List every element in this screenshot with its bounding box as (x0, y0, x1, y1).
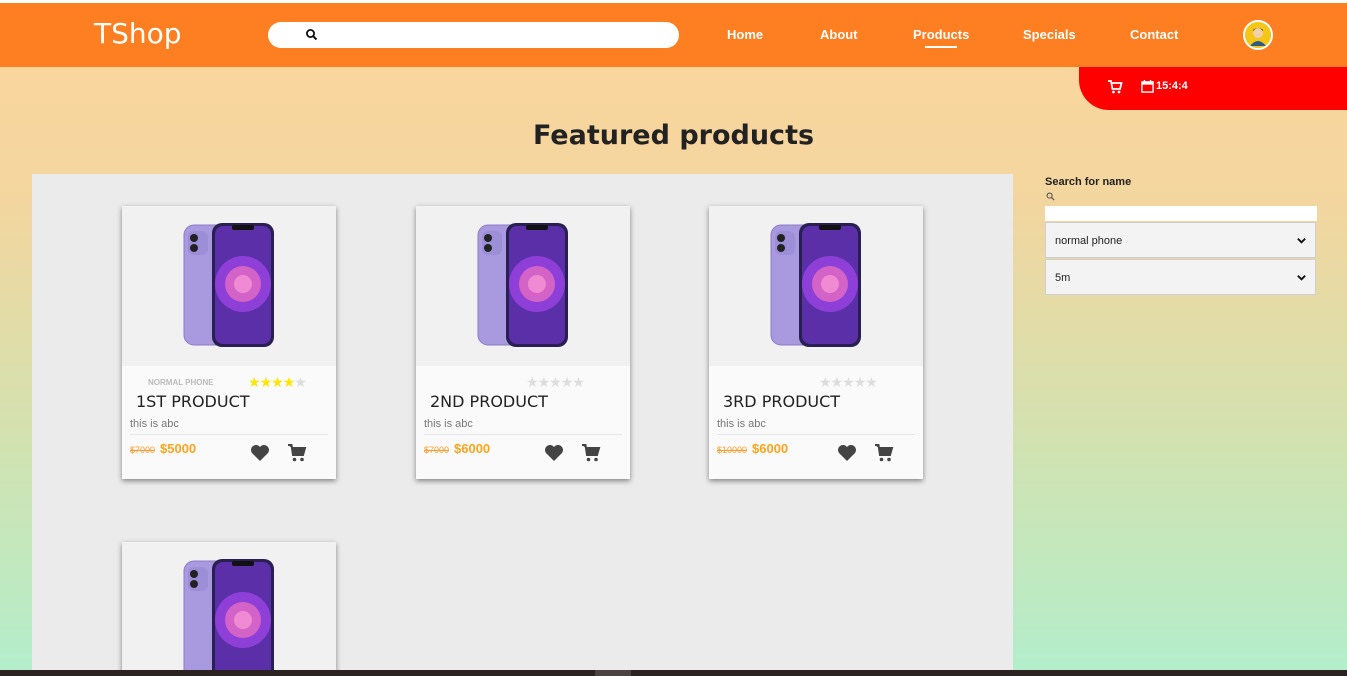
rating-stars: ★★★★★ (819, 374, 878, 390)
avatar[interactable] (1243, 20, 1273, 50)
product-grid: normal phone ★★★★★ 1ST PRODUCT this is a… (32, 174, 1013, 676)
rating-stars: ★★★★★ (248, 374, 307, 390)
search-icon (1046, 192, 1055, 201)
product-description: this is abc (424, 418, 473, 430)
old-price: $7000 (424, 445, 450, 455)
product-description: this is abc (130, 418, 179, 430)
price: $5000 (160, 441, 197, 456)
clock-time: 15:4:4 (1156, 80, 1188, 92)
add-to-cart-icon[interactable] (581, 443, 601, 463)
product-card[interactable]: normal phone ★★★★★ 1ST PRODUCT this is a… (122, 206, 336, 479)
search-name-label: Search for name (1045, 176, 1132, 188)
heart-icon[interactable] (837, 444, 857, 462)
product-name[interactable]: 1ST PRODUCT (136, 392, 250, 411)
product-image[interactable] (122, 542, 336, 676)
product-card[interactable]: ★★★★★ 2ND PRODUCT this is abc $7000 $600… (416, 206, 630, 479)
product-image[interactable] (416, 206, 630, 366)
product-name[interactable]: 2ND PRODUCT (430, 392, 548, 411)
add-to-cart-icon[interactable] (874, 443, 894, 463)
status-bar: 15:4:4 (1079, 67, 1347, 110)
chevron-down-icon (1297, 238, 1306, 244)
price: $6000 (454, 441, 491, 456)
search-input[interactable] (268, 22, 679, 48)
price: $6000 (752, 441, 789, 456)
category-select[interactable]: normal phone (1045, 222, 1316, 258)
divider (717, 434, 915, 435)
product-image[interactable] (709, 206, 923, 366)
product-card[interactable]: ★★★★★ 3RD PRODUCT this is abc $10000 $60… (709, 206, 923, 479)
calendar-icon (1141, 80, 1154, 93)
nav-home[interactable]: Home (727, 27, 763, 42)
product-card[interactable] (122, 542, 336, 676)
name-search-input[interactable] (1045, 206, 1317, 221)
product-image[interactable] (122, 206, 336, 366)
header: TShop Home About Products Specials Conta… (0, 3, 1347, 67)
user-icon (1245, 22, 1271, 48)
phone-image (770, 223, 861, 347)
horizontal-scrollbar[interactable] (0, 670, 1347, 676)
search-icon (306, 29, 318, 41)
time-select[interactable]: 5m (1045, 259, 1316, 295)
heart-icon[interactable] (544, 444, 564, 462)
time-select-value: 5m (1055, 272, 1071, 284)
nav-contact[interactable]: Contact (1130, 27, 1178, 42)
phone-image (477, 223, 568, 347)
add-to-cart-icon[interactable] (287, 443, 307, 463)
chevron-down-icon (1297, 275, 1306, 281)
old-price: $7000 (130, 445, 156, 455)
scrollbar-thumb[interactable] (595, 670, 631, 676)
nav-products[interactable]: Products (913, 27, 969, 48)
page-title: Featured products (532, 120, 815, 151)
category-select-value: normal phone (1055, 235, 1123, 247)
phone-image (183, 223, 274, 347)
logo[interactable]: TShop (94, 17, 182, 50)
product-name[interactable]: 3RD PRODUCT (723, 392, 840, 411)
nav-specials[interactable]: Specials (1023, 27, 1076, 42)
divider (130, 434, 328, 435)
divider (424, 434, 622, 435)
old-price: $10000 (717, 445, 748, 455)
rating-stars: ★★★★★ (526, 374, 585, 390)
heart-icon[interactable] (250, 444, 270, 462)
nav-about[interactable]: About (820, 27, 858, 42)
phone-image (183, 559, 274, 676)
product-description: this is abc (717, 418, 766, 430)
product-category: normal phone (148, 378, 214, 387)
cart-icon[interactable] (1107, 79, 1123, 95)
